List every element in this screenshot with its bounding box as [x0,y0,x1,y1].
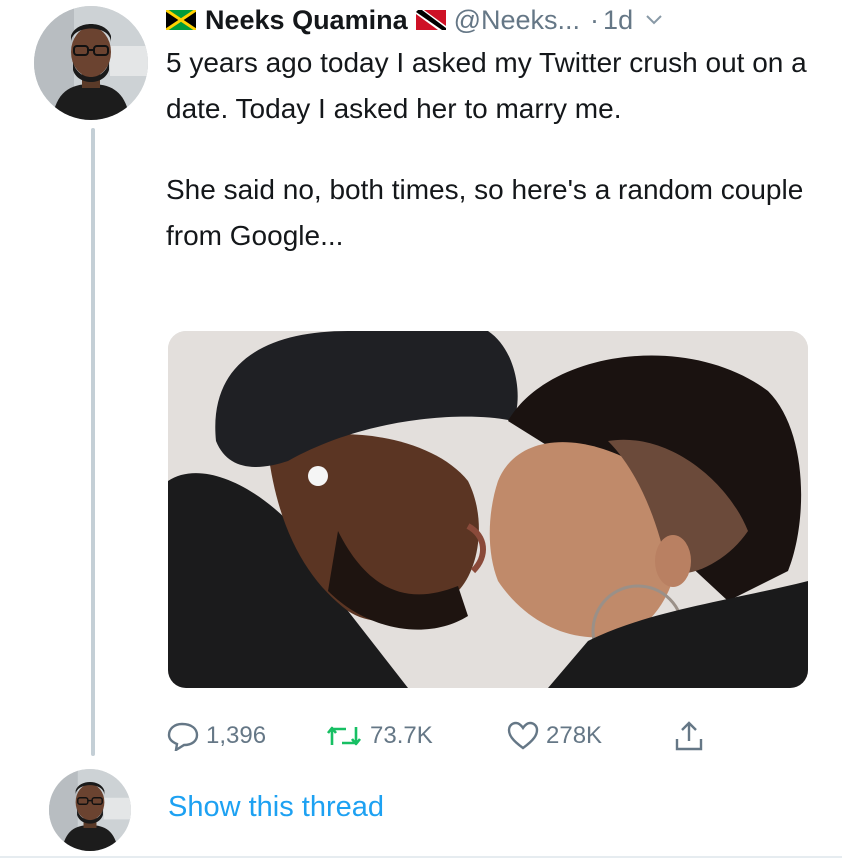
author-handle[interactable]: @Neeks... [454,5,580,36]
reply-button[interactable]: 1,396 [166,716,266,756]
tweet-header: Neeks Quamina @Neeks... · 1d [166,0,663,40]
tweet-text: 5 years ago today I asked my Twitter cru… [166,40,816,259]
tweet-paragraph: 5 years ago today I asked my Twitter cru… [166,47,807,124]
reply-count: 1,396 [206,722,267,749]
retweet-button[interactable]: 73.7K [324,716,433,756]
thread-avatar[interactable] [49,769,131,851]
show-thread-link[interactable]: Show this thread [168,791,384,824]
trinidad-flag-icon [415,10,446,30]
tweet-timestamp[interactable]: 1d [603,5,633,36]
chevron-down-icon[interactable] [645,14,663,26]
retweet-icon [326,726,362,746]
retweet-count: 73.7K [370,722,433,749]
reply-icon [167,722,199,751]
author-avatar[interactable] [34,6,148,120]
share-icon [675,721,703,751]
jamaica-flag-icon [166,10,196,30]
heart-icon [507,721,539,750]
share-button[interactable] [672,716,712,756]
separator-dot: · [590,4,600,35]
author-name[interactable]: Neeks Quamina [205,5,408,36]
like-button[interactable]: 278K [506,716,602,756]
tweet-actions: 1,396 73.7K 278K [166,716,726,756]
thread-connector-line [91,128,95,756]
tweet-paragraph: She said no, both times, so here's a ran… [166,174,804,251]
like-count: 278K [546,722,603,749]
tweet-media-image[interactable] [168,331,808,688]
